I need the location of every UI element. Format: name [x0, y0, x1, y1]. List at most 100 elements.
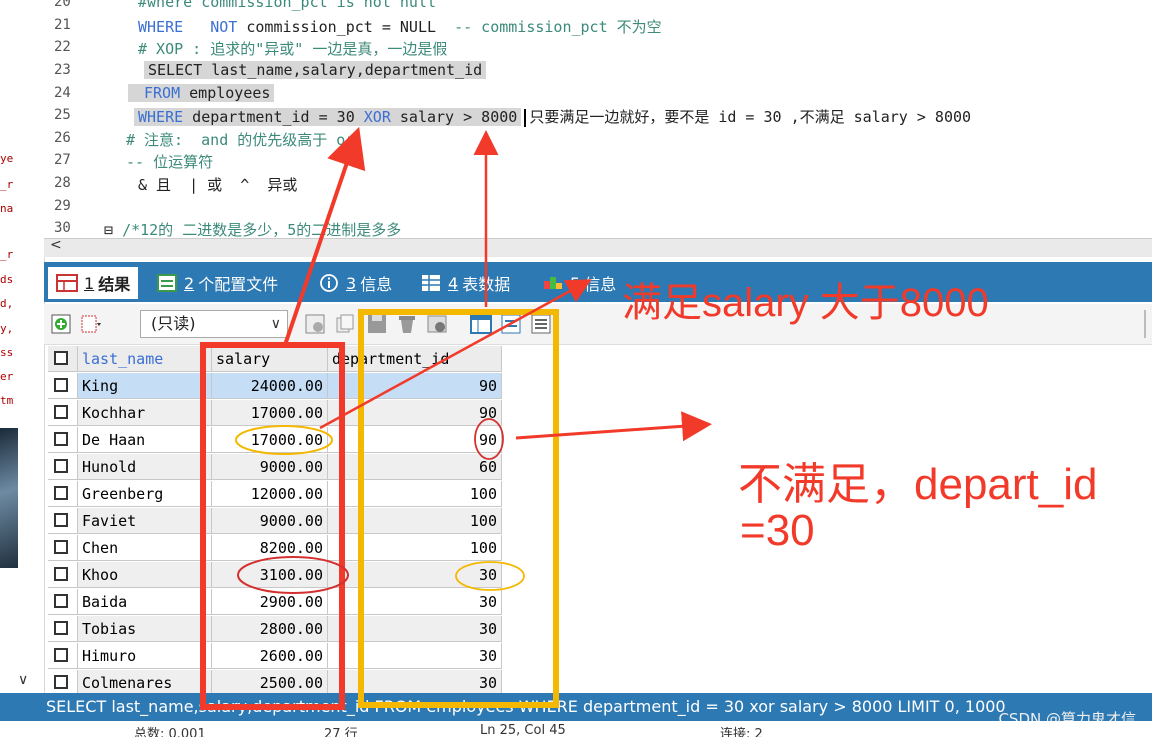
chevron-down-icon[interactable]: ∨: [18, 672, 28, 688]
sql-editor[interactable]: 20 21 22 23 24 25 26 27 28 29 30 #where …: [44, 0, 1152, 238]
cell-department-id[interactable]: 30: [328, 616, 502, 642]
delete-icon[interactable]: [396, 313, 418, 335]
row-checkbox[interactable]: [48, 427, 78, 453]
line-number: 28: [54, 175, 71, 191]
cell-department-id[interactable]: 30: [328, 643, 502, 669]
keyword-xor: XOR: [363, 108, 391, 126]
keyword-not: NOT: [210, 18, 238, 36]
tab-info-2[interactable]: 5 信息: [542, 267, 616, 299]
cell-last-name[interactable]: Khoo: [78, 562, 212, 588]
code-line-30: ⊟ /*12的 二进数是多少，5的二进制是多多: [104, 219, 401, 238]
line-number: 20: [54, 0, 71, 10]
cell-last-name[interactable]: Hunold: [78, 454, 212, 480]
cell-salary[interactable]: 9000.00: [212, 508, 328, 534]
cell-last-name[interactable]: De Haan: [78, 427, 212, 453]
editor-horizontal-scrollbar[interactable]: <: [44, 237, 1152, 257]
cell-salary[interactable]: 2900.00: [212, 589, 328, 615]
row-checkbox[interactable]: [48, 589, 78, 615]
info-icon: [320, 274, 338, 292]
scroll-left-icon[interactable]: <: [50, 237, 62, 253]
cell-department-id[interactable]: 60: [328, 454, 502, 480]
cell-salary[interactable]: 8200.00: [212, 535, 328, 561]
cell-salary[interactable]: 2800.00: [212, 616, 328, 642]
cell-last-name[interactable]: Chen: [78, 535, 212, 561]
colored-blocks-icon: [544, 277, 562, 289]
copy-icon[interactable]: [334, 313, 356, 335]
row-checkbox[interactable]: [48, 535, 78, 561]
tab-info[interactable]: 3 信息: [318, 267, 392, 299]
text-cursor: [524, 108, 527, 127]
cell-department-id[interactable]: 90: [328, 373, 502, 399]
row-checkbox[interactable]: [48, 454, 78, 480]
cell-department-id[interactable]: 100: [328, 481, 502, 507]
code-text: department_id = 30: [183, 108, 364, 126]
select-all-checkbox[interactable]: [48, 346, 78, 372]
cell-department-id[interactable]: 90: [328, 427, 502, 453]
row-checkbox[interactable]: [48, 616, 78, 642]
cell-department-id[interactable]: 100: [328, 508, 502, 534]
bottom-info: 总数: 0.001: [134, 727, 206, 737]
row-dropdown-icon[interactable]: [80, 313, 102, 335]
annotation-top: 满足salary 大于8000: [622, 281, 989, 325]
bottom-info: 连接: 2: [720, 727, 763, 737]
cell-department-id[interactable]: 30: [328, 562, 502, 588]
row-checkbox[interactable]: [48, 508, 78, 534]
tab-number: 5: [570, 273, 581, 293]
cell-salary[interactable]: 2600.00: [212, 643, 328, 669]
cell-salary[interactable]: 12000.00: [212, 481, 328, 507]
cell-salary[interactable]: 9000.00: [212, 454, 328, 480]
tab-label: 结果: [98, 275, 131, 294]
cell-salary[interactable]: 17000.00: [212, 427, 328, 453]
left-panel-strip: ye _r na _r ds d, y, ss er tm ∨: [0, 0, 45, 737]
cancel-icon[interactable]: [426, 313, 448, 335]
cell-last-name[interactable]: Baida: [78, 589, 212, 615]
row-checkbox[interactable]: [48, 481, 78, 507]
cell-salary[interactable]: 17000.00: [212, 400, 328, 426]
tab-result[interactable]: 1 结果: [48, 267, 139, 299]
row-checkbox[interactable]: [48, 400, 78, 426]
keyword-where: WHERE: [138, 108, 184, 126]
tab-label: 表数据: [462, 275, 511, 294]
bottom-info: 27 行: [324, 727, 358, 737]
insert-icon[interactable]: [304, 313, 326, 335]
column-header-last-name[interactable]: last_name: [78, 346, 212, 372]
readonly-select[interactable]: (只读) ∨: [140, 310, 288, 338]
bottom-info: Ln 25, Col 45: [480, 723, 566, 737]
left-fragment: y,: [0, 322, 14, 335]
code-line-25: WHERE department_id = 30 XOR salary > 80…: [134, 106, 971, 127]
row-checkbox[interactable]: [48, 562, 78, 588]
line-number: 22: [54, 39, 71, 55]
code-line-22: # XOP : 追求的"异或" 一边是真，一边是假: [138, 40, 448, 58]
cell-last-name[interactable]: Himuro: [78, 643, 212, 669]
line-number: 27: [54, 152, 71, 168]
row-checkbox[interactable]: [48, 373, 78, 399]
tab-profile[interactable]: 2 个配置文件: [156, 267, 278, 299]
cell-department-id[interactable]: 100: [328, 535, 502, 561]
cell-last-name[interactable]: Kochhar: [78, 400, 212, 426]
grid-view-icon[interactable]: [470, 313, 492, 335]
cell-salary[interactable]: 3100.00: [212, 562, 328, 588]
tab-table-data[interactable]: 4 表数据: [420, 267, 510, 299]
column-header-salary[interactable]: salary: [212, 346, 328, 372]
cell-last-name[interactable]: Faviet: [78, 508, 212, 534]
status-sql-text: SELECT last_name,salary,department_id FR…: [46, 697, 1006, 716]
cell-department-id[interactable]: 30: [328, 589, 502, 615]
bottom-info-strip: 总数: 0.001 27 行 Ln 25, Col 45 连接: 2: [0, 721, 1152, 737]
cell-last-name[interactable]: Greenberg: [78, 481, 212, 507]
code-comment: /*12的 二进数是多少，5的二进制是多多: [122, 221, 402, 238]
fold-marker-icon[interactable]: ⊟: [104, 221, 113, 238]
add-row-icon[interactable]: [50, 313, 72, 335]
text-view-icon[interactable]: [530, 313, 552, 335]
save-icon[interactable]: [366, 313, 388, 335]
cell-last-name[interactable]: King: [78, 373, 212, 399]
cell-salary[interactable]: 24000.00: [212, 373, 328, 399]
readonly-select-value: (只读): [151, 314, 196, 333]
column-header-department-id[interactable]: department_id: [328, 346, 502, 372]
arrow-to-right-note: [515, 411, 712, 442]
form-view-icon[interactable]: [500, 313, 522, 335]
tab-number: 1: [84, 273, 95, 293]
left-fragment: tm: [0, 394, 14, 407]
cell-last-name[interactable]: Tobias: [78, 616, 212, 642]
cell-department-id[interactable]: 90: [328, 400, 502, 426]
row-checkbox[interactable]: [48, 643, 78, 669]
